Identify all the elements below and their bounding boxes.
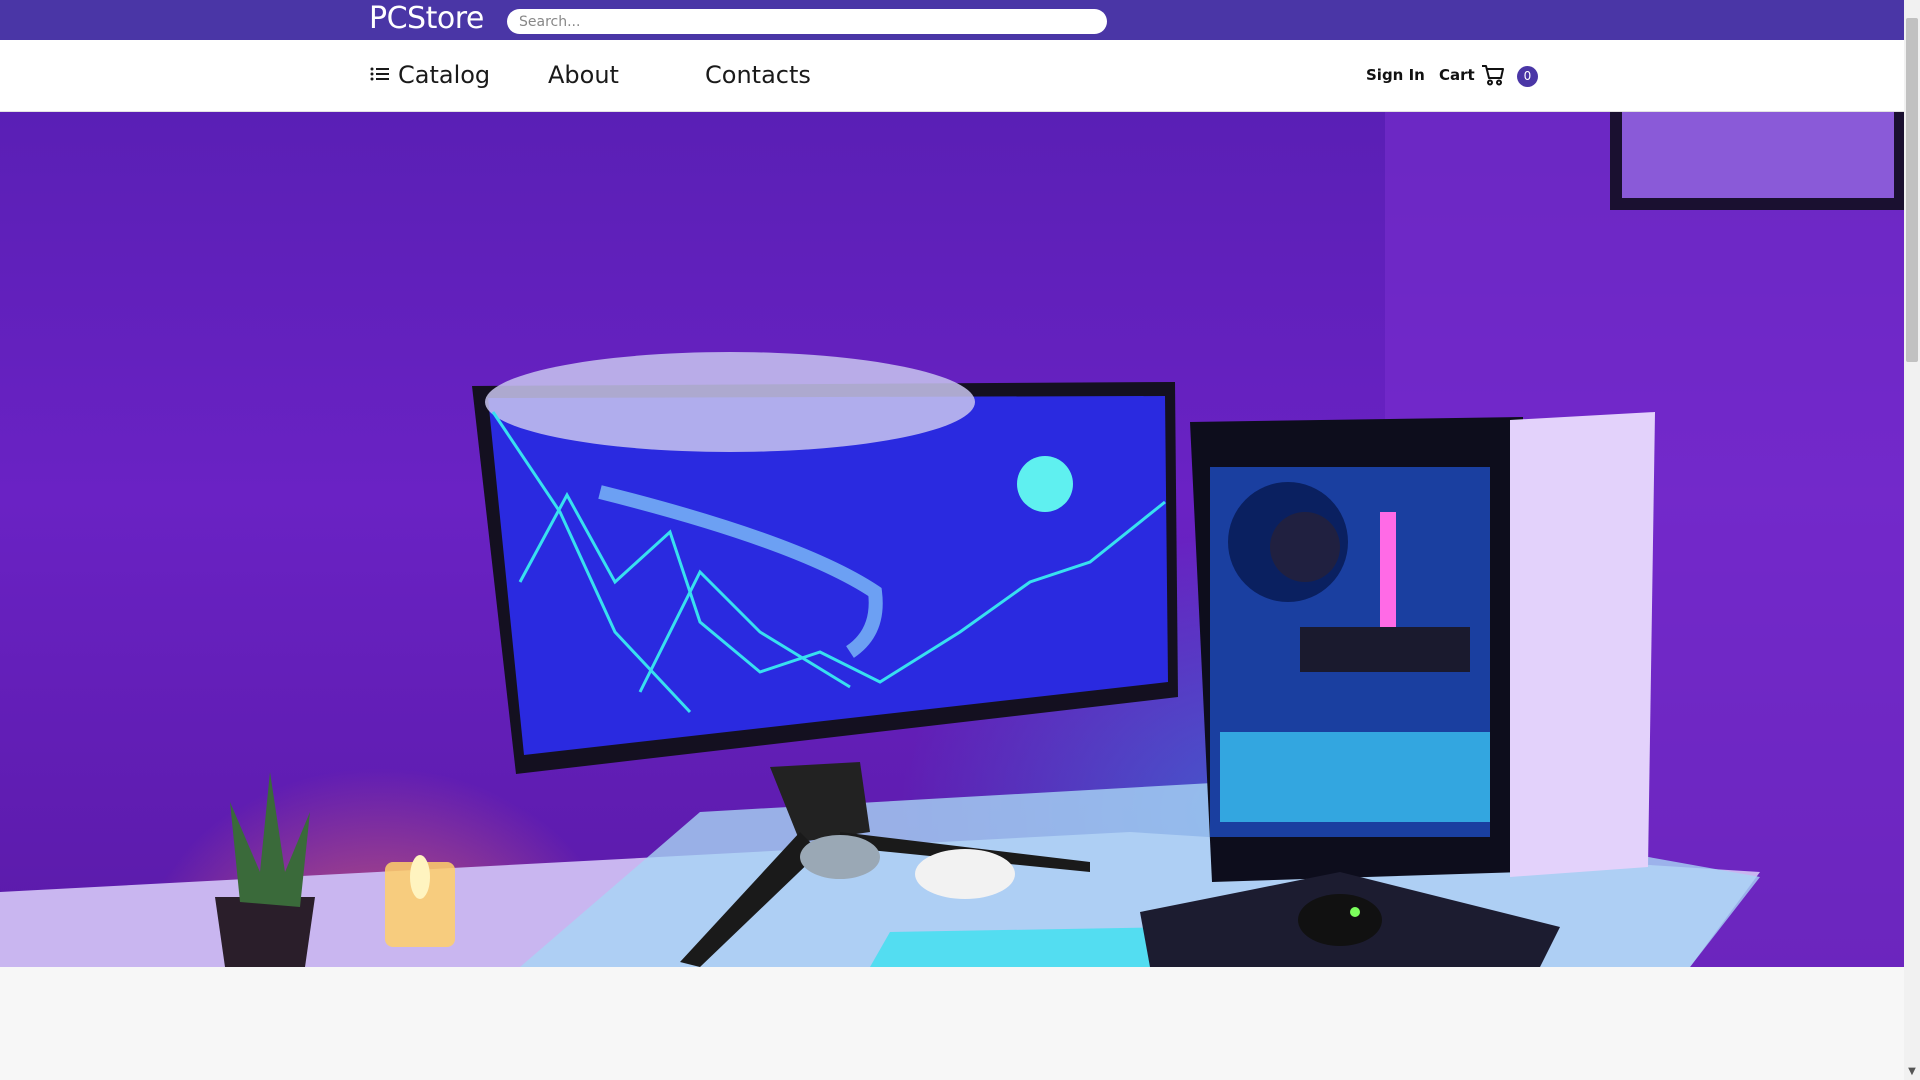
logo[interactable]: PCStore <box>369 1 484 37</box>
nav-catalog-label: Catalog <box>398 61 491 89</box>
nav-about[interactable]: About <box>548 40 619 111</box>
page-scrollbar[interactable]: ▼ <box>1904 0 1920 1080</box>
cart-count-badge: 0 <box>1517 66 1538 87</box>
sign-in-link[interactable]: Sign In <box>1366 40 1425 111</box>
nav-catalog[interactable]: Catalog <box>370 40 490 111</box>
hero-banner <box>0 112 1904 967</box>
nav-contacts[interactable]: Contacts <box>705 40 811 111</box>
cart-link[interactable]: Cart <box>1439 40 1475 111</box>
scroll-down-icon[interactable]: ▼ <box>1904 1064 1920 1080</box>
list-icon <box>370 39 390 110</box>
cart-icon[interactable] <box>1481 64 1505 90</box>
hero-illustration <box>0 112 1904 967</box>
main-nav: Catalog About Contacts Sign In Cart <box>0 40 1904 112</box>
scrollbar-thumb[interactable] <box>1906 18 1918 362</box>
top-bar: PCStore <box>0 0 1904 40</box>
search-input[interactable] <box>507 9 1107 34</box>
